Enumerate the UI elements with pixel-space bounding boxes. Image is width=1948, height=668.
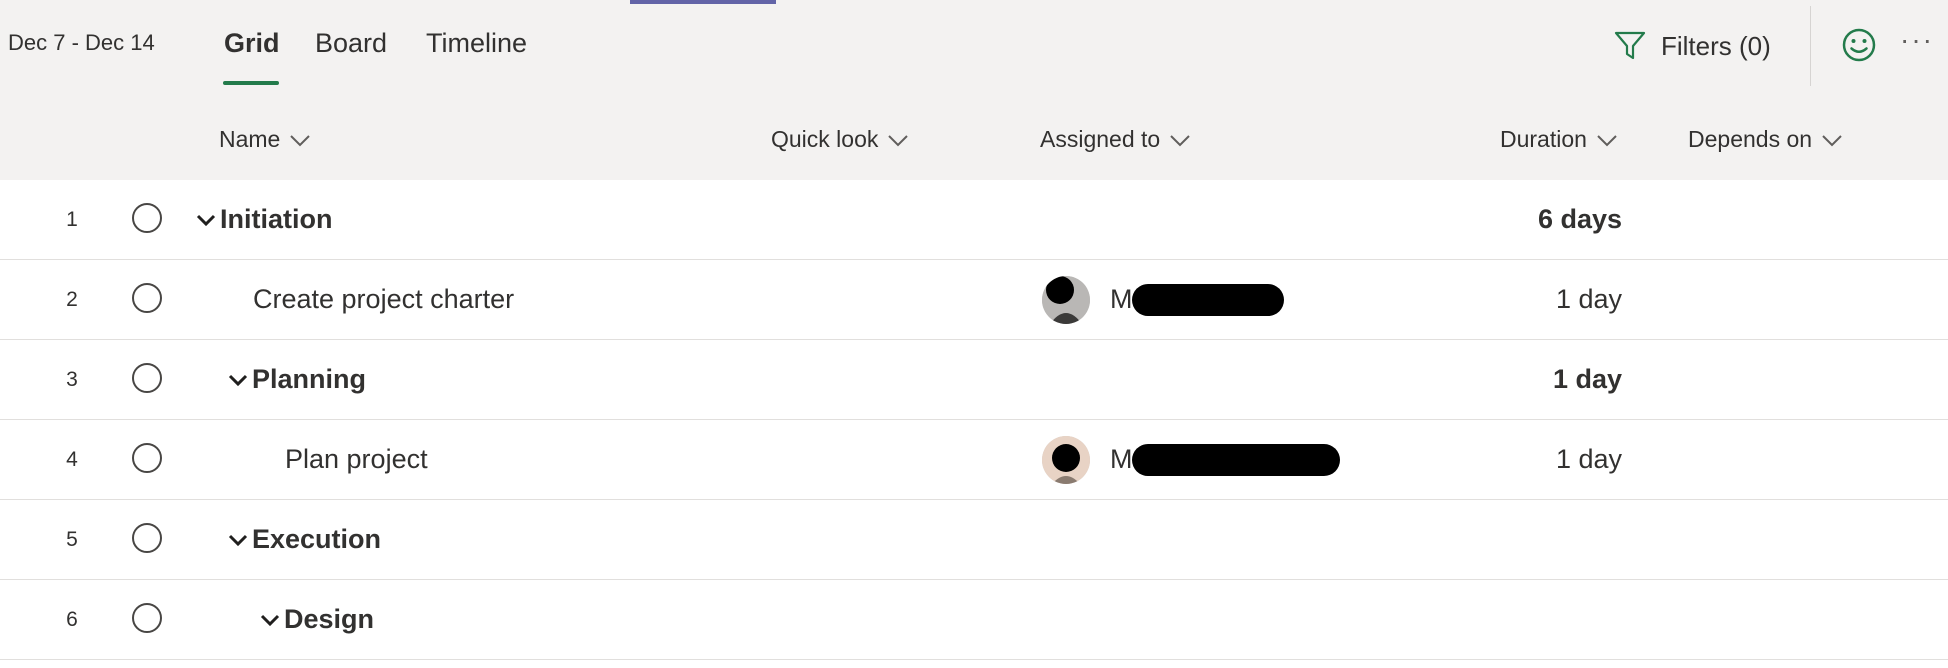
toolbar-divider (1810, 6, 1811, 86)
task-name-cell[interactable]: Design (258, 580, 374, 659)
complete-task-checkbox[interactable] (132, 203, 162, 233)
active-app-indicator (630, 0, 776, 4)
chevron-down-icon (888, 134, 909, 146)
assigned-to-cell[interactable]: M (1042, 260, 1284, 339)
avatar (1042, 435, 1090, 484)
chevron-down-icon[interactable] (194, 208, 218, 232)
table-row[interactable]: 3 Planning 1 day (0, 340, 1948, 420)
active-tab-underline (223, 81, 279, 85)
task-name-cell[interactable]: Planning (226, 340, 366, 419)
task-duration[interactable]: 1 day (1556, 260, 1622, 339)
task-name-cell[interactable]: Execution (226, 500, 381, 579)
table-row[interactable]: 5 Execution (0, 500, 1948, 580)
table-row[interactable]: 4 Plan project M 1 day (0, 420, 1948, 500)
column-header-quick-look-label: Quick look (771, 126, 879, 152)
column-header-name[interactable]: Name (219, 126, 312, 153)
chevron-down-icon (1822, 134, 1842, 146)
filters-button[interactable]: Filters (0) (1613, 26, 1771, 66)
date-range-label: Dec 7 - Dec 14 (8, 30, 155, 55)
complete-task-checkbox[interactable] (132, 603, 162, 633)
task-grid: 1 Initiation 6 days 2 Create project cha… (0, 180, 1948, 660)
task-duration[interactable]: 1 day (1556, 420, 1622, 499)
task-duration[interactable]: 1 day (1553, 340, 1622, 419)
column-header-depends-on[interactable]: Depends on (1688, 126, 1844, 153)
assignee-name: M (1110, 284, 1133, 314)
tab-board[interactable]: Board (315, 28, 387, 59)
task-duration[interactable]: 6 days (1538, 180, 1622, 259)
column-header-name-label: Name (219, 126, 281, 152)
row-number: 1 (66, 207, 78, 231)
tab-timeline[interactable]: Timeline (426, 28, 527, 59)
task-name: Planning (252, 364, 366, 394)
task-name-cell[interactable]: Initiation (194, 180, 332, 259)
row-number: 2 (66, 287, 78, 311)
filters-label: Filters (0) (1661, 30, 1771, 61)
assignee-name: M (1110, 444, 1133, 474)
chevron-down-icon[interactable] (258, 608, 282, 632)
chevron-down-icon (1597, 134, 1617, 146)
feedback-button[interactable] (1838, 24, 1880, 66)
smiley-icon (1842, 28, 1876, 62)
column-header-depends-on-label: Depends on (1688, 126, 1813, 152)
filter-icon (1614, 31, 1646, 60)
row-number: 6 (66, 607, 78, 631)
chevron-down-icon[interactable] (226, 368, 250, 392)
complete-task-checkbox[interactable] (132, 523, 162, 553)
avatar (1042, 275, 1090, 324)
column-header-assigned-to[interactable]: Assigned to (1040, 126, 1192, 153)
table-row[interactable]: 2 Create project charter M 1 day (0, 260, 1948, 340)
task-name: Design (284, 604, 375, 634)
task-name: Execution (252, 524, 382, 554)
complete-task-checkbox[interactable] (132, 283, 162, 313)
table-row[interactable]: 1 Initiation 6 days (0, 180, 1948, 260)
chevron-down-icon[interactable] (226, 528, 250, 552)
chevron-down-icon (290, 134, 311, 146)
column-header-quick-look[interactable]: Quick look (771, 126, 910, 153)
assigned-to-cell[interactable]: M (1042, 420, 1340, 499)
redaction-mark (1132, 444, 1340, 476)
more-options-button[interactable]: ··· (1900, 20, 1940, 60)
column-header-assigned-to-label: Assigned to (1040, 126, 1161, 152)
task-name-cell[interactable]: Create project charter (253, 260, 514, 339)
complete-task-checkbox[interactable] (132, 443, 162, 473)
chevron-down-icon (1170, 134, 1190, 146)
task-name: Initiation (220, 204, 333, 234)
redaction-mark (1132, 284, 1284, 316)
row-number: 5 (66, 527, 78, 551)
column-header-duration-label: Duration (1500, 126, 1587, 152)
task-name-cell[interactable]: Plan project (285, 420, 428, 499)
task-name: Plan project (285, 444, 428, 474)
task-name: Create project charter (253, 284, 515, 314)
complete-task-checkbox[interactable] (132, 363, 162, 393)
row-number: 3 (66, 367, 78, 391)
tab-grid[interactable]: Grid (224, 28, 280, 59)
row-number: 4 (66, 447, 78, 471)
table-row[interactable]: 6 Design (0, 580, 1948, 660)
column-header-duration[interactable]: Duration (1500, 126, 1619, 153)
